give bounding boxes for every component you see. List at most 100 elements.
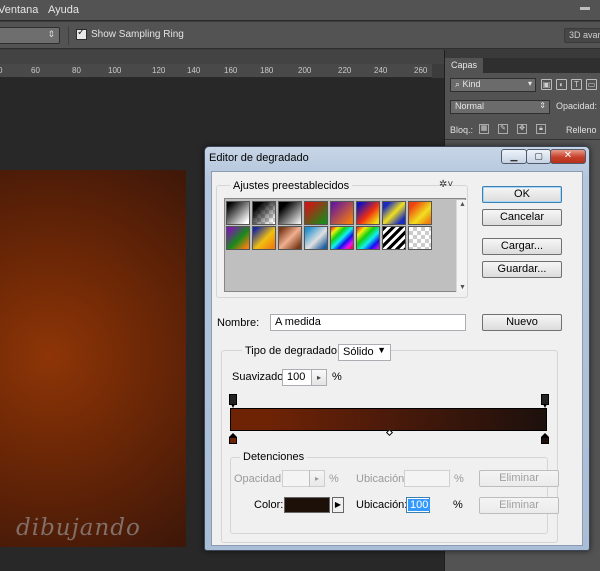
stop-color-location-field[interactable]: 100	[406, 497, 431, 513]
name-label: Nombre:	[217, 317, 260, 329]
stop-color-label: Color:	[254, 499, 284, 511]
menu-ventana[interactable]: Ventana	[0, 4, 38, 16]
lock-pixels-icon[interactable]: ✎	[498, 124, 508, 134]
sampling-ring-label: Show Sampling Ring	[91, 29, 184, 40]
menu-bar: Ventana Ayuda ▬	[0, 0, 600, 21]
preset-swatch[interactable]	[330, 226, 354, 250]
document-canvas[interactable]	[0, 170, 186, 547]
preset-swatch[interactable]	[356, 226, 380, 250]
kind-label: Kind	[462, 79, 481, 89]
color-stop-right[interactable]	[541, 433, 549, 445]
preset-swatch[interactable]	[304, 201, 328, 225]
color-stop-left[interactable]	[229, 433, 237, 445]
opacity-stop-left[interactable]	[229, 394, 237, 408]
3d-workspace-button[interactable]: 3D avanz	[564, 28, 600, 43]
lock-label: Bloq.:	[450, 125, 474, 135]
ruler-tick: 140	[187, 66, 201, 75]
smoothness-label: Suavizado:	[232, 371, 287, 383]
stop-swatch	[229, 437, 237, 444]
name-field[interactable]: A medida	[270, 314, 466, 331]
opacity-stop-right[interactable]	[541, 394, 549, 408]
lock-all-icon[interactable]: 🔒︎	[536, 124, 546, 134]
search-icon: ⌕	[455, 79, 463, 89]
ruler-tick: 100	[108, 66, 122, 75]
preset-swatch[interactable]	[278, 226, 302, 250]
preset-swatch[interactable]	[382, 201, 406, 225]
shape-filter-icon[interactable]: ▭	[586, 79, 597, 90]
stop-opacity-stepper[interactable]: ▸	[309, 470, 325, 487]
cancel-button[interactable]: Cancelar	[482, 209, 562, 226]
load-button[interactable]: Cargar...	[482, 238, 562, 255]
adjustment-filter-icon[interactable]: ◐	[556, 79, 567, 90]
sample-size-select[interactable]: ⇕	[0, 27, 60, 44]
preset-swatch[interactable]	[408, 201, 432, 225]
stepper-arrows-icon: ⇕	[47, 29, 55, 39]
maximize-button[interactable]: ▢	[526, 149, 551, 164]
ruler-tick: 0	[0, 66, 3, 75]
preset-swatch[interactable]	[278, 201, 302, 225]
preset-swatch[interactable]	[304, 226, 328, 250]
blend-mode-value: Normal	[455, 101, 485, 111]
preset-swatch[interactable]	[382, 226, 406, 250]
scroll-down-icon[interactable]: ▼	[459, 284, 466, 291]
preset-scrollbar[interactable]: ▲ ▼	[456, 200, 467, 292]
preset-swatch[interactable]	[226, 226, 250, 250]
stepper-arrows-icon: ⇕	[539, 101, 546, 110]
ruler-tick: 220	[338, 66, 352, 75]
blend-mode-select[interactable]: Normal ⇕	[450, 100, 550, 114]
tab-layers[interactable]: Capas	[445, 58, 484, 73]
delete-color-stop-button[interactable]: Eliminar	[479, 497, 559, 514]
preset-swatch[interactable]	[252, 226, 276, 250]
panel-divider	[445, 139, 600, 140]
ruler-tick: 200	[298, 66, 312, 75]
smoothness-field[interactable]: 100	[282, 369, 312, 386]
lock-position-icon[interactable]: ✥	[517, 124, 527, 134]
ruler-tick: 240	[374, 66, 388, 75]
presets-legend: Ajustes preestablecidos	[230, 180, 353, 192]
panel-tab-strip: Capas	[445, 58, 600, 73]
stop-opacity-field[interactable]	[282, 470, 310, 487]
preset-swatch[interactable]	[408, 226, 432, 250]
minimize-icon[interactable]: ▬	[580, 2, 594, 15]
scroll-up-icon[interactable]: ▲	[459, 201, 466, 208]
preset-swatch[interactable]	[252, 201, 276, 225]
color-picker-arrow-icon[interactable]: ▶	[332, 497, 344, 513]
horizontal-ruler: 0 60 80 100 120 140 160 180 200 220 240 …	[0, 64, 432, 78]
delete-opacity-stop-button[interactable]: Eliminar	[479, 470, 559, 487]
ruler-tick: 60	[31, 66, 40, 75]
ok-button[interactable]: OK	[482, 186, 562, 203]
dialog-client-area: Ajustes preestablecidos ✲˅ ▲ ▼ OK Cancel…	[211, 171, 583, 546]
gradient-preview-bar[interactable]	[230, 408, 547, 431]
ruler-tick: 260	[414, 66, 428, 75]
type-filter-icon[interactable]: T	[571, 79, 582, 90]
smoothness-stepper[interactable]: ▸	[311, 369, 327, 386]
gradient-type-label: Tipo de degradado:	[242, 345, 343, 357]
new-button[interactable]: Nuevo	[482, 314, 562, 331]
layer-kind-filter[interactable]: ⌕ Kind ▾	[450, 78, 536, 92]
close-button[interactable]: ✕	[550, 149, 586, 164]
stop-opacity-label: Opacidad:	[234, 473, 285, 485]
gradient-editor-dialog: Editor de degradado ▁ ▢ ✕ Ajustes preest…	[204, 146, 590, 551]
gear-icon[interactable]: ✲˅	[439, 179, 453, 190]
stop-color-location-label: Ubicación:	[356, 499, 408, 511]
options-separator	[68, 26, 69, 45]
preset-swatch[interactable]	[226, 201, 250, 225]
preset-swatch[interactable]	[356, 201, 380, 225]
gradient-type-select[interactable]: Sólido ▼	[338, 344, 391, 361]
stop-opacity-location-field[interactable]	[404, 470, 450, 487]
smoothness-unit: %	[332, 371, 342, 383]
stop-opacity-location-unit: %	[454, 473, 464, 485]
pixel-filter-icon[interactable]: ▣	[541, 79, 552, 90]
preset-swatch-list: ▲ ▼	[224, 198, 467, 292]
gradient-type-value: Sólido	[343, 346, 374, 358]
sampling-ring-checkbox[interactable]	[76, 27, 87, 40]
preset-swatch[interactable]	[330, 201, 354, 225]
menu-ayuda[interactable]: Ayuda	[48, 4, 79, 16]
stop-opacity-unit: %	[329, 473, 339, 485]
watermark-logo: dibujando	[16, 515, 141, 541]
save-button[interactable]: Guardar...	[482, 261, 562, 278]
stop-opacity-location-label: Ubicación:	[356, 473, 408, 485]
stop-color-swatch[interactable]	[284, 497, 330, 513]
lock-transparency-icon[interactable]: ▦	[479, 124, 489, 134]
minimize-button[interactable]: ▁	[501, 149, 527, 164]
